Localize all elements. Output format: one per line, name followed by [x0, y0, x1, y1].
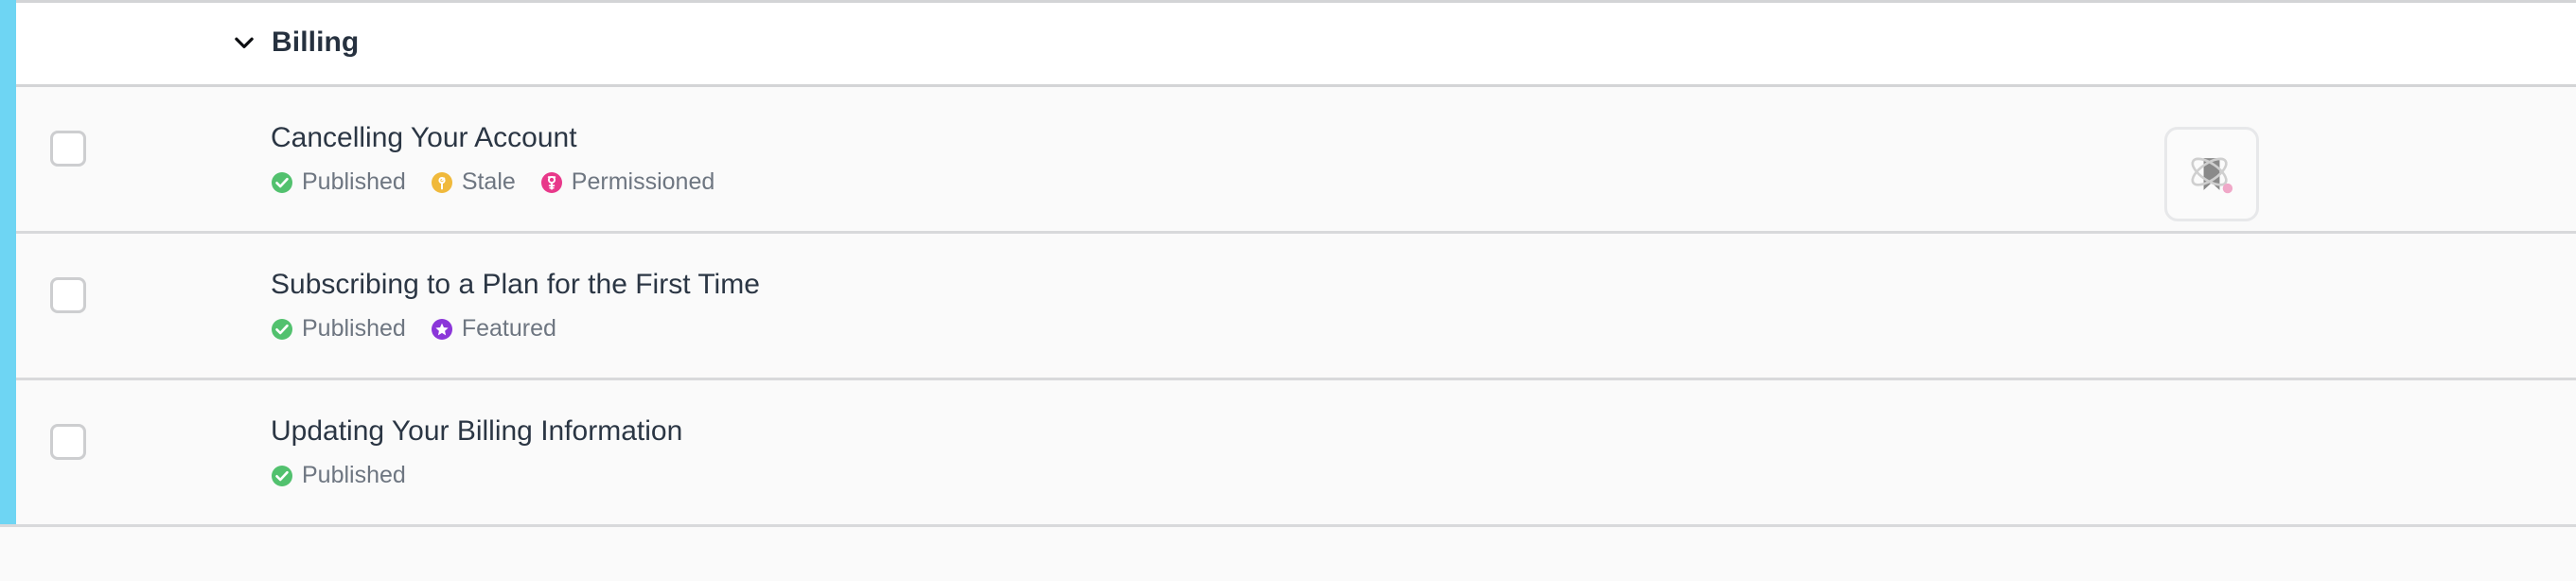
article-row[interactable]: Updating Your Billing Information Publis…: [0, 380, 2576, 527]
row-checkbox-cell: [0, 87, 136, 167]
row-main: Subscribing to a Plan for the First Time…: [136, 234, 2046, 341]
status-badge-label: Published: [302, 462, 406, 488]
status-badge-group: Published Stale Permissioned: [271, 170, 2046, 194]
article-row[interactable]: Cancelling Your Account Published Stale …: [0, 87, 2576, 234]
section-header-billing[interactable]: Billing: [0, 0, 2576, 87]
article-row[interactable]: Subscribing to a Plan for the First Time…: [0, 234, 2576, 380]
article-title[interactable]: Subscribing to a Plan for the First Time: [271, 268, 2046, 302]
clock-circle-icon: [431, 171, 452, 193]
check-circle-icon: [272, 171, 292, 193]
status-badge-permissioned: Permissioned: [540, 170, 715, 194]
row-main: Cancelling Your Account Published Stale …: [136, 87, 2046, 194]
article-title[interactable]: Updating Your Billing Information: [271, 414, 2046, 449]
status-badge-label: Stale: [461, 168, 516, 195]
bookmark-orbit-icon: [2191, 157, 2233, 194]
status-badge-published: Published: [271, 170, 406, 194]
row-select-checkbox[interactable]: [50, 131, 86, 167]
status-badge-group: Published: [271, 464, 2046, 487]
key-circle-icon: [540, 171, 562, 193]
status-badge-published: Published: [271, 464, 406, 487]
status-badge-label: Published: [302, 315, 406, 342]
status-badge-label: Featured: [461, 315, 556, 342]
bookmark-orbit-button[interactable]: [2164, 127, 2259, 221]
row-select-checkbox[interactable]: [50, 277, 86, 313]
notification-dot: [2222, 183, 2233, 194]
row-select-checkbox[interactable]: [50, 424, 86, 460]
status-badge-label: Permissioned: [571, 168, 715, 195]
row-checkbox-cell: [0, 380, 136, 460]
row-main: Updating Your Billing Information Publis…: [136, 380, 2046, 487]
check-circle-icon: [272, 318, 292, 340]
star-circle-icon: [431, 318, 452, 340]
row-actions: [2046, 87, 2576, 221]
status-badge-published: Published: [271, 317, 406, 341]
row-actions: [2046, 380, 2576, 420]
status-badge-stale: Stale: [431, 170, 516, 194]
status-badge-featured: Featured: [431, 317, 556, 341]
section-title: Billing: [272, 26, 360, 58]
check-circle-icon: [272, 465, 292, 486]
list-top-divider: [0, 0, 2576, 3]
article-row-partial[interactable]: [0, 527, 2576, 581]
chevron-down-icon[interactable]: [230, 28, 258, 57]
row-checkbox-cell: [0, 234, 136, 313]
article-title[interactable]: Cancelling Your Account: [271, 121, 2046, 155]
status-badge-group: Published Featured: [271, 317, 2046, 341]
article-list: Billing Cancelling Your Account Publishe…: [0, 0, 2576, 581]
row-actions: [2046, 234, 2576, 273]
left-accent-stripe: [0, 0, 16, 524]
status-badge-label: Published: [302, 168, 406, 195]
